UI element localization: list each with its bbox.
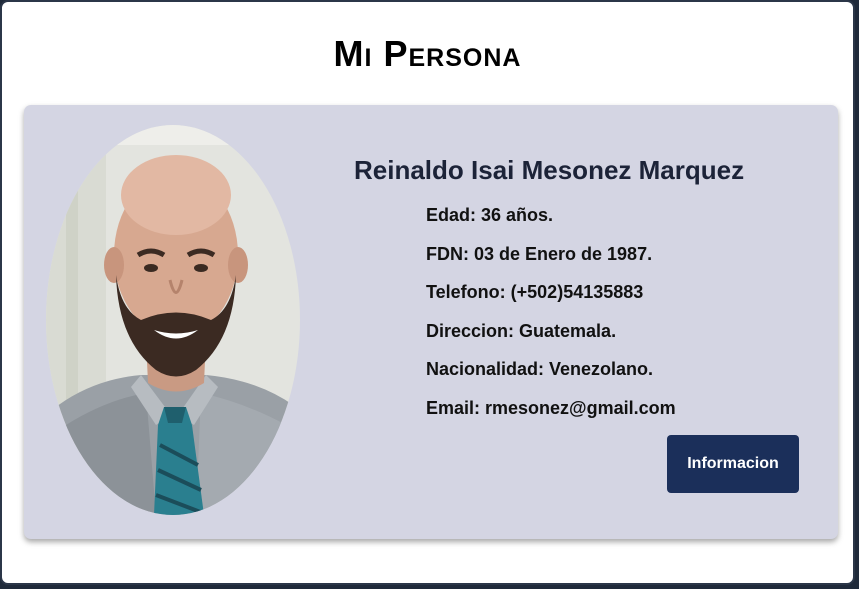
detail-address: Direccion: Guatemala. [426,320,617,341]
profile-photo-image [46,125,300,515]
page-title: Mi Persona [333,33,522,74]
detail-email: Email: rmesonez@gmail.com [426,397,676,418]
profile-details-list: Edad: 36 años. FDN: 03 de Enero de 1987.… [426,203,676,435]
detail-nationality: Nacionalidad: Venezolano. [426,359,654,380]
person-name: Reinaldo Isai Mesonez Marquez [354,155,745,185]
detail-birthdate: FDN: 03 de Enero de 1987. [426,243,653,264]
detail-phone: Telefono: (+502)54135883 [426,282,644,303]
profile-photo [46,125,300,515]
profile-card: Reinaldo Isai Mesonez Marquez Edad: 36 a… [24,105,838,539]
detail-age: Edad: 36 años. [426,205,554,225]
informacion-button[interactable]: Informacion [667,435,799,493]
page-frame: Mi Persona Reinaldo Isai Mesonez Marquez… [0,0,855,585]
